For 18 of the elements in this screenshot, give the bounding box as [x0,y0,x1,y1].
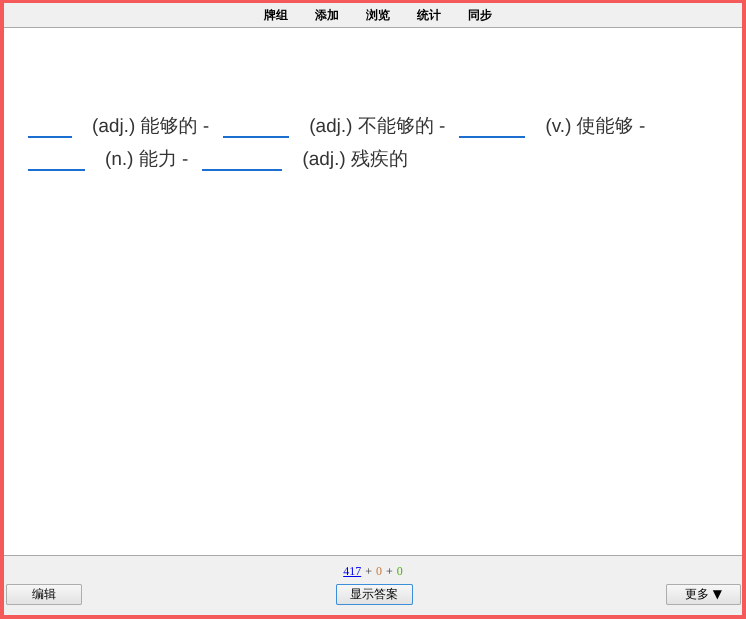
count-link[interactable]: 417 [343,564,362,578]
count-text: 0 [396,564,403,578]
menu-link[interactable]: 浏览 [366,6,390,24]
edit-button[interactable]: 编辑 [6,584,82,605]
show-answer-button[interactable]: 显示答案 [336,584,412,605]
hint-text: (v.) 使能够 - [545,116,646,137]
count-text: 0 [376,564,382,578]
plus-sign: + [386,564,393,578]
hint-text: (adj.) 残疾的 [302,149,408,170]
plus-sign: + [365,564,372,578]
hint-text: (n.) 能力 - [105,149,188,170]
menu-link[interactable]: 牌组 [264,6,288,24]
more-button[interactable]: 更多 ▼ [666,584,741,605]
hint-text: (adj.) 能够的 - [92,116,210,137]
menu-link[interactable]: 同步 [468,6,492,24]
menu-link[interactable]: 统计 [417,6,441,24]
menu-link[interactable]: 添加 [315,6,339,24]
hint-text: (adj.) 不能够的 - [309,116,446,137]
